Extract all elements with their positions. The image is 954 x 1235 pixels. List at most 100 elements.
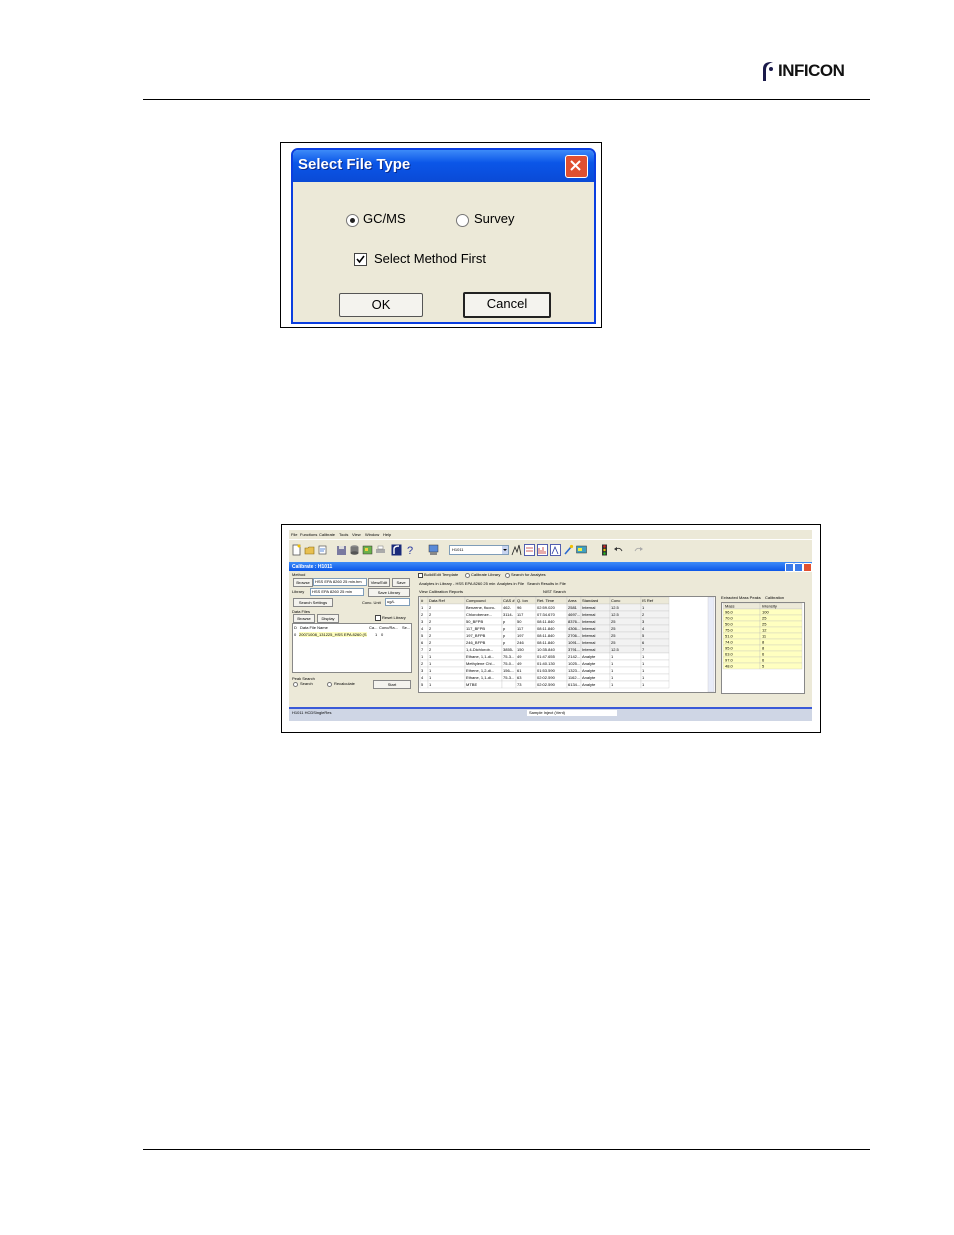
view-edit-button[interactable]: View/Edit [368, 578, 390, 587]
analytes-grid[interactable]: # Data Ref Compound CAS # Q. Ion Ret. Time Are… [418, 596, 716, 693]
undo-icon[interactable] [613, 544, 624, 556]
gcms-radio[interactable] [346, 214, 359, 227]
tab-view-calibration-reports[interactable]: View Calibration Reports [419, 589, 463, 594]
instrument-icon[interactable] [428, 544, 439, 556]
grid-cell-text: Internal [582, 633, 595, 638]
method-input[interactable]: HSS EPA 8260 25 min.hm [313, 578, 367, 586]
grid-cell[interactable] [640, 680, 670, 689]
menu-help[interactable]: Help [383, 532, 391, 537]
ms-cell-text: 63.0 [725, 652, 734, 657]
edit-file-icon[interactable] [317, 544, 328, 556]
database-icon[interactable] [349, 544, 360, 556]
traffic-light-icon[interactable] [599, 544, 610, 556]
grid-cell[interactable] [640, 624, 670, 633]
ms-cell-text: 96.0 [725, 610, 734, 615]
spectrum-icon[interactable] [537, 544, 548, 556]
tab-analytes-in-library[interactable]: Analytes in Library - HSS EPA 8260 25 mi… [419, 581, 495, 586]
grid-cell-text: 117 [517, 626, 524, 631]
close-button[interactable] [565, 155, 588, 178]
menu-functions[interactable]: Functions [300, 532, 317, 537]
help-icon[interactable]: ? [405, 544, 416, 556]
file-row-name[interactable]: 20071008_131225_HSS EPA 8260 (S [299, 632, 367, 637]
save-disk-icon[interactable] [336, 544, 347, 556]
conc-unit-select[interactable]: ug/L [385, 598, 410, 606]
grid-cell[interactable] [427, 652, 466, 661]
grid-cell[interactable] [609, 659, 642, 668]
grid-cell[interactable] [427, 645, 466, 654]
select-method-first-checkbox[interactable] [354, 253, 367, 266]
ok-button[interactable]: OK [339, 293, 423, 317]
grid-cell[interactable] [427, 666, 466, 675]
recalculate-radio[interactable] [327, 682, 332, 687]
menu-view[interactable]: View [352, 532, 361, 537]
grid-cell[interactable] [609, 666, 642, 675]
grid-cell[interactable] [640, 673, 670, 682]
grid-cell[interactable] [427, 673, 466, 682]
grid-cell[interactable] [427, 638, 466, 647]
grid-cell[interactable] [640, 603, 670, 612]
grid-cell[interactable] [640, 631, 670, 640]
method-browse-button[interactable]: Browse [293, 578, 313, 587]
display-button[interactable]: Display [317, 614, 339, 623]
grid-scrollbar[interactable] [707, 597, 715, 692]
grid-cell[interactable] [427, 624, 466, 633]
tab-extracted-mass-peaks[interactable]: Extracted Mass Peaks [721, 595, 761, 600]
search-for-analytes-radio[interactable] [505, 573, 510, 578]
calibrate-library-radio[interactable] [465, 573, 470, 578]
search-radio-label: Search [300, 681, 313, 686]
cancel-button[interactable]: Cancel [463, 292, 551, 318]
library-select[interactable]: HSS EPA 8260 25 min [310, 588, 364, 596]
grid-cell[interactable] [427, 680, 466, 689]
search-radio[interactable] [293, 682, 298, 687]
save-library-button[interactable]: Save Library [368, 588, 410, 597]
monitor-icon[interactable] [576, 544, 587, 556]
grid-cell[interactable] [427, 631, 466, 640]
grid-cell[interactable] [501, 680, 517, 689]
grid-cell[interactable] [427, 617, 466, 626]
menu-file[interactable]: File [291, 532, 297, 537]
new-file-icon[interactable] [291, 544, 302, 556]
grid-cell[interactable] [640, 652, 670, 661]
grid-cell[interactable] [609, 680, 642, 689]
print-icon[interactable] [375, 544, 386, 556]
open-folder-icon[interactable] [304, 544, 315, 556]
grid-cell[interactable] [640, 610, 670, 619]
inficon-icon[interactable] [391, 544, 402, 556]
mass-peaks-table[interactable]: Mass Intensity 96.0 100 70.0 25 50.0 25 75.0 12 51… [721, 602, 805, 694]
search-settings-button[interactable]: Search Settings [293, 598, 333, 607]
save-method-button[interactable]: Save [392, 578, 410, 587]
menu-calibrate[interactable]: Calibrate [319, 532, 335, 537]
grid-cell[interactable] [640, 659, 670, 668]
menu-tools[interactable]: Tools [339, 532, 348, 537]
tab-calibration[interactable]: Calibration [765, 595, 784, 600]
instrument-combo[interactable]: H1011 [449, 545, 509, 555]
survey-radio[interactable] [456, 214, 469, 227]
grid-cell[interactable] [640, 638, 670, 647]
reset-library-checkbox[interactable] [375, 615, 381, 621]
grid-cell[interactable] [427, 603, 466, 612]
grid-cell[interactable] [640, 666, 670, 675]
peak-icon[interactable] [511, 544, 522, 556]
data-files-list[interactable]: D Data File Name Ca... Conc/Ra... Se... … [292, 623, 412, 673]
menu-window[interactable]: Window [365, 532, 379, 537]
redo-icon[interactable] [633, 544, 644, 556]
grid-cell[interactable] [640, 617, 670, 626]
grid-cell[interactable] [427, 610, 466, 619]
grid-cell[interactable] [609, 652, 642, 661]
build-edit-template-radio[interactable] [418, 573, 423, 578]
data-files-browse-button[interactable]: Browse [293, 614, 315, 623]
grid-cell[interactable] [640, 645, 670, 654]
wrench-icon[interactable] [563, 544, 574, 556]
maximize-button[interactable] [794, 563, 803, 572]
tab-nist-search[interactable]: NIST Search [543, 589, 566, 594]
grid-cell[interactable] [609, 673, 642, 682]
start-button[interactable]: Start [373, 680, 411, 689]
minimize-button[interactable] [785, 563, 794, 572]
grid-cell[interactable] [427, 659, 466, 668]
tab-search-results[interactable]: Search Results in File [527, 581, 566, 586]
image-icon[interactable] [362, 544, 373, 556]
library-chart-icon[interactable] [550, 544, 561, 556]
close-window-button[interactable] [803, 563, 812, 572]
tab-analytes-in-file[interactable]: Analytes in File [497, 581, 524, 586]
chart-icon[interactable] [524, 544, 535, 556]
